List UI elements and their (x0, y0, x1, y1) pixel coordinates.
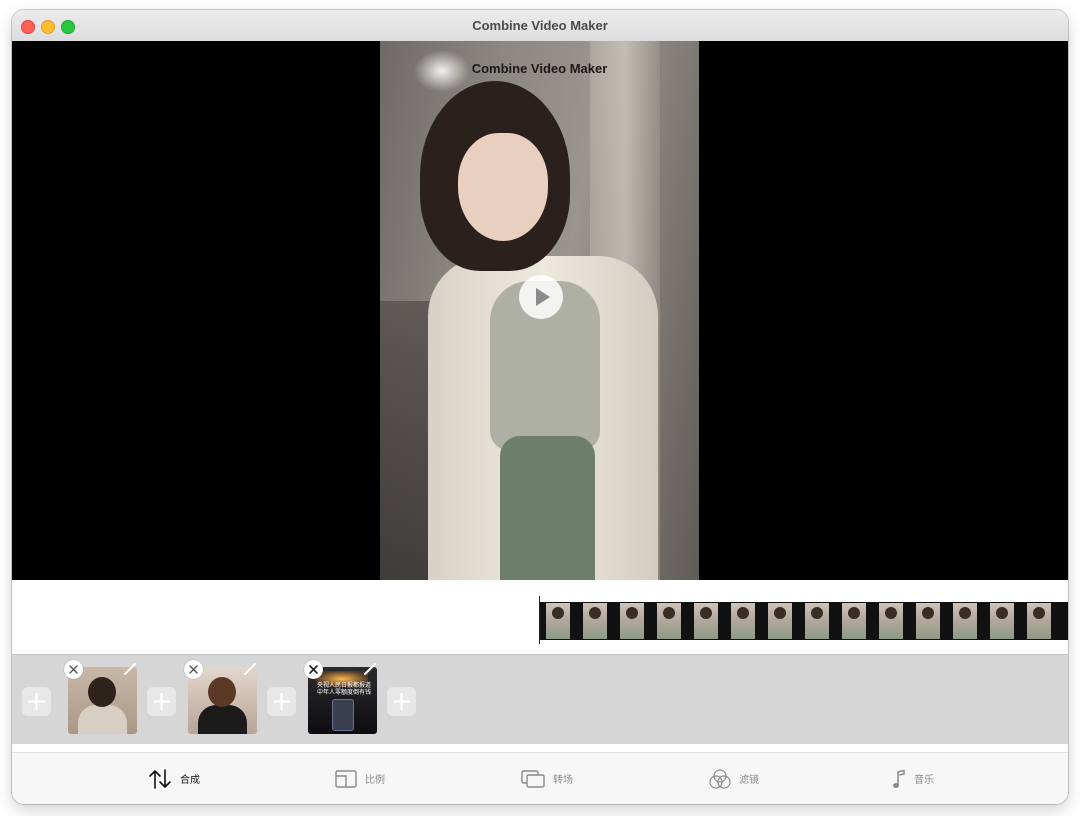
divider (12, 744, 1068, 753)
tab-label: 滤镜 (739, 775, 759, 786)
tab-filter[interactable]: 滤镜 (709, 753, 759, 804)
timeline[interactable] (12, 580, 1068, 654)
clip-caption: 央视人民日报都报道中年人零额度倒有钱 (316, 683, 371, 696)
filmstrip-frame (614, 602, 650, 640)
edit-clip-button[interactable] (242, 661, 258, 677)
tab-combine[interactable]: 合成 (148, 753, 200, 804)
filmstrip-frame (540, 602, 576, 640)
bottom-tab-bar: 合成 比例 转场 滤镜 音乐 (12, 753, 1068, 804)
title-bar[interactable]: Combine Video Maker (12, 10, 1068, 42)
edit-clip-button[interactable] (122, 661, 138, 677)
filmstrip-frame (651, 602, 687, 640)
aspect-ratio-icon (335, 769, 357, 788)
plus-icon (272, 692, 291, 711)
close-icon (189, 665, 198, 674)
filmstrip-frame (1021, 602, 1057, 640)
pencil-icon (364, 663, 376, 675)
clip-bar: 央视人民日报都报道中年人零额度倒有钱 (12, 654, 1068, 745)
filmstrip[interactable] (540, 602, 1068, 640)
close-icon (69, 665, 78, 674)
filmstrip-frame (725, 602, 761, 640)
plus-icon (392, 692, 411, 711)
tab-label: 比例 (365, 775, 385, 786)
transition-icon (521, 769, 545, 788)
tab-label: 音乐 (914, 775, 934, 786)
filmstrip-frame (873, 602, 909, 640)
filmstrip-frame (947, 602, 983, 640)
filmstrip-frame (910, 602, 946, 640)
tab-music[interactable]: 音乐 (892, 753, 934, 804)
video-overlay-title: Combine Video Maker (471, 61, 608, 76)
add-clip-button[interactable] (22, 687, 51, 716)
filmstrip-frame (688, 602, 724, 640)
filmstrip-frame (984, 602, 1020, 640)
video-player[interactable]: Combine Video Maker (12, 41, 1068, 580)
filmstrip-frame (762, 602, 798, 640)
window-title: Combine Video Maker (472, 18, 608, 33)
remove-clip-button[interactable] (64, 660, 83, 679)
remove-clip-button[interactable] (184, 660, 203, 679)
swap-vertical-arrows-icon (149, 768, 171, 789)
filmstrip-frame (836, 602, 872, 640)
music-note-icon (893, 769, 905, 788)
plus-icon (152, 692, 171, 711)
remove-clip-button[interactable] (304, 660, 323, 679)
play-button[interactable] (519, 275, 563, 319)
plus-icon (27, 692, 46, 711)
filter-icon (709, 768, 731, 789)
edit-clip-button[interactable] (362, 661, 378, 677)
add-clip-button[interactable] (387, 687, 416, 716)
pencil-icon (244, 663, 256, 675)
tab-transition[interactable]: 转场 (521, 753, 573, 804)
tab-ratio[interactable]: 比例 (335, 753, 385, 804)
tab-label: 转场 (553, 775, 573, 786)
add-clip-button[interactable] (147, 687, 176, 716)
filmstrip-frame (577, 602, 613, 640)
pencil-icon (124, 663, 136, 675)
app-window: Combine Video Maker Combine Video Maker (12, 10, 1068, 804)
play-icon (536, 288, 550, 306)
filmstrip-frame (799, 602, 835, 640)
add-clip-button[interactable] (267, 687, 296, 716)
close-icon (309, 665, 318, 674)
tab-label: 合成 (180, 775, 200, 786)
